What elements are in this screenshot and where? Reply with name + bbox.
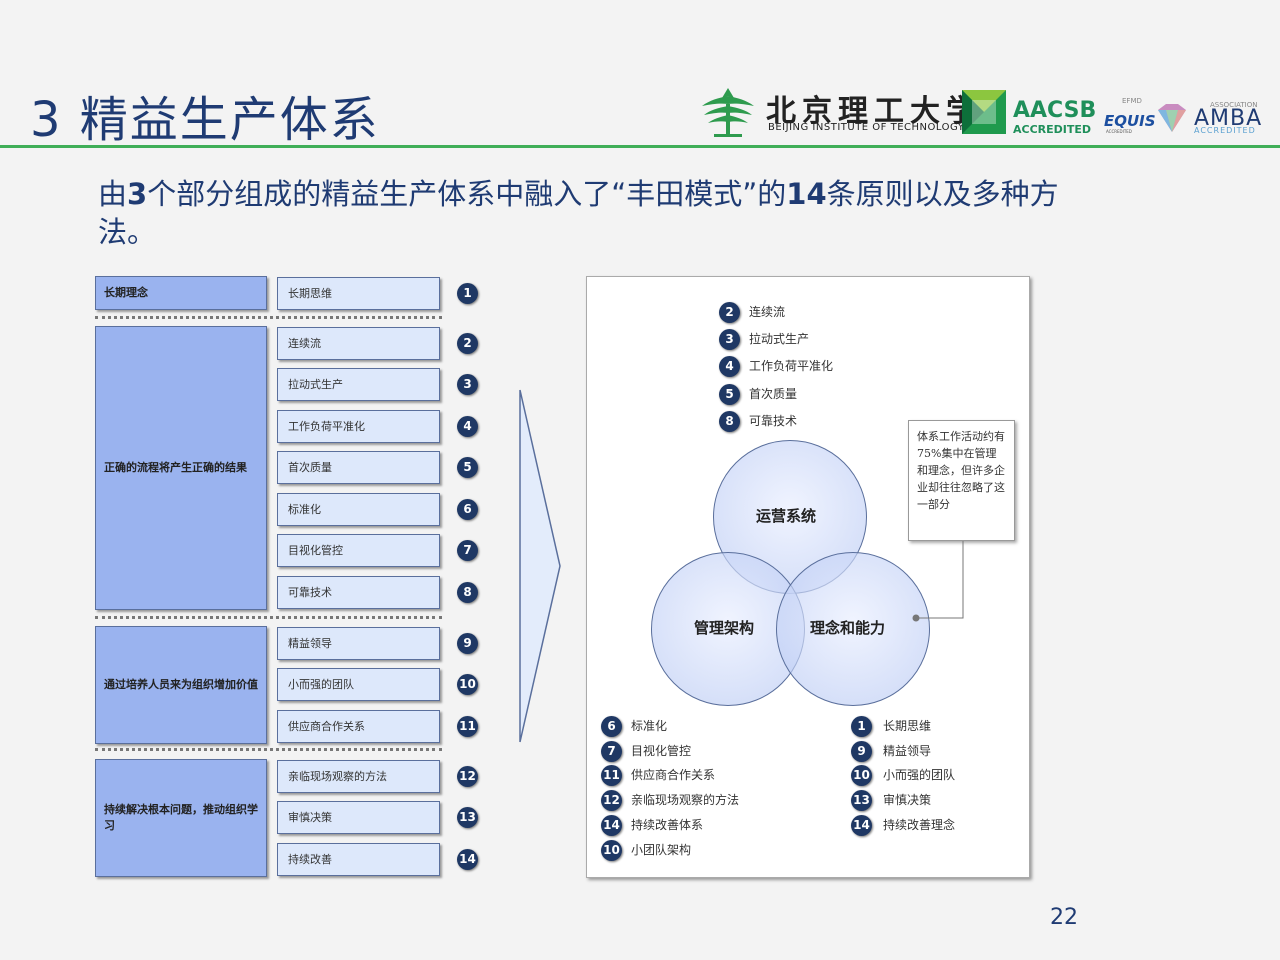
venn-label-management: 管理架构 bbox=[694, 619, 755, 637]
category-develop-people: 通过培养人员来为组织增加价值 bbox=[95, 626, 267, 744]
bit-square-logo-icon bbox=[962, 90, 1006, 134]
diagram-number-badge: 8 bbox=[719, 411, 740, 432]
section-divider bbox=[95, 748, 442, 751]
page-number: 22 bbox=[1050, 905, 1078, 930]
amba-accredited: ACCREDITED bbox=[1194, 126, 1256, 135]
category-long-term-philosophy: 长期理念 bbox=[95, 276, 267, 310]
principle-number-badge: 2 bbox=[457, 333, 478, 354]
principle-4: 工作负荷平准化 bbox=[277, 410, 440, 443]
equis-accredited: ACCREDITED bbox=[1106, 129, 1132, 134]
bit-emblem-icon bbox=[702, 88, 754, 137]
diagram-number-badge: 7 bbox=[601, 741, 622, 762]
principle-13: 审慎决策 bbox=[277, 801, 440, 834]
bit-english-name: BEIJING INSTITUTE OF TECHNOLOGY bbox=[768, 122, 965, 133]
principle-number-badge: 13 bbox=[457, 807, 478, 828]
principle-number-badge: 11 bbox=[457, 716, 478, 737]
principle-number-badge: 9 bbox=[457, 633, 478, 654]
principle-2: 连续流 bbox=[277, 327, 440, 360]
callout-connector bbox=[912, 541, 964, 622]
diagram-bottom-left-item: 供应商合作关系 bbox=[631, 768, 716, 782]
diagram-bottom-right-item: 长期思维 bbox=[883, 719, 932, 733]
principle-number-badge: 10 bbox=[457, 674, 478, 695]
principle-5: 首次质量 bbox=[277, 451, 440, 484]
diagram-bottom-left-item: 目视化管控 bbox=[631, 744, 692, 758]
principle-number-badge: 4 bbox=[457, 416, 478, 437]
category-right-process: 正确的流程将产生正确的结果 bbox=[95, 326, 267, 610]
diagram-number-badge: 14 bbox=[851, 815, 872, 836]
diagram-number-badge: 12 bbox=[601, 790, 622, 811]
diagram-number-badge: 9 bbox=[851, 741, 872, 762]
venn-label-philosophy: 理念和能力 bbox=[810, 619, 886, 637]
principle-number-badge: 14 bbox=[457, 849, 478, 870]
principle-number-badge: 12 bbox=[457, 766, 478, 787]
principle-number-badge: 3 bbox=[457, 374, 478, 395]
section-divider bbox=[95, 316, 442, 319]
principle-3: 拉动式生产 bbox=[277, 368, 440, 401]
venn-label-operations: 运营系统 bbox=[756, 507, 817, 525]
principle-7: 目视化管控 bbox=[277, 534, 440, 567]
diagram-number-badge: 4 bbox=[719, 356, 740, 377]
diagram-bottom-left-item: 亲临现场观察的方法 bbox=[631, 793, 740, 807]
diagram-number-badge: 2 bbox=[719, 302, 740, 323]
diagram-bottom-right-item: 审慎决策 bbox=[883, 793, 932, 807]
principle-number-badge: 5 bbox=[457, 457, 478, 478]
note-callout: 体系工作活动约有75%集中在管理和理念，但许多企业却往往忽略了这一部分 bbox=[908, 420, 1015, 541]
principle-6: 标准化 bbox=[277, 493, 440, 526]
category-problem-solving: 持续解决根本问题，推动组织学习 bbox=[95, 759, 267, 877]
amba-gem-icon bbox=[1158, 104, 1186, 132]
diagram-top-item: 工作负荷平准化 bbox=[749, 359, 834, 373]
diagram-bottom-right-item: 小而强的团队 bbox=[883, 768, 956, 782]
principle-12: 亲临现场观察的方法 bbox=[277, 760, 440, 793]
diagram-top-item: 可靠技术 bbox=[749, 414, 798, 428]
equis-logo: EQUIS bbox=[1104, 112, 1156, 130]
diagram-number-badge: 6 bbox=[601, 716, 622, 737]
slide-title: 3 精益生产体系 bbox=[30, 92, 380, 148]
principle-14: 持续改善 bbox=[277, 843, 440, 876]
principle-11: 供应商合作关系 bbox=[277, 710, 440, 743]
diagram-number-badge: 5 bbox=[719, 384, 740, 405]
diagram-number-badge: 1 bbox=[851, 716, 872, 737]
title-divider bbox=[0, 145, 1280, 148]
diagram-number-badge: 10 bbox=[851, 765, 872, 786]
principle-1: 长期思维 bbox=[277, 277, 440, 310]
diagram-number-badge: 13 bbox=[851, 790, 872, 811]
diagram-top-item: 拉动式生产 bbox=[749, 332, 810, 346]
aacsb-accredited: ACCREDITED bbox=[1013, 123, 1092, 136]
principle-number-badge: 6 bbox=[457, 499, 478, 520]
diagram-top-item: 连续流 bbox=[749, 305, 786, 319]
diagram-bottom-left-item: 持续改善体系 bbox=[631, 818, 704, 832]
diagram-number-badge: 14 bbox=[601, 815, 622, 836]
principle-9: 精益领导 bbox=[277, 627, 440, 660]
principle-number-badge: 8 bbox=[457, 582, 478, 603]
diagram-bottom-left-item: 小团队架构 bbox=[631, 843, 692, 857]
diagram-number-badge: 3 bbox=[719, 329, 740, 350]
aacsb-logo: AACSB bbox=[1013, 98, 1097, 123]
section-divider bbox=[95, 616, 442, 619]
diagram-bottom-right-item: 持续改善理念 bbox=[883, 818, 956, 832]
efmd-text: EFMD bbox=[1122, 97, 1142, 105]
principle-number-badge: 7 bbox=[457, 540, 478, 561]
diagram-bottom-right-item: 精益领导 bbox=[883, 744, 932, 758]
principle-number-badge: 1 bbox=[457, 283, 478, 304]
principle-10: 小而强的团队 bbox=[277, 668, 440, 701]
diagram-number-badge: 10 bbox=[601, 840, 622, 861]
diagram-top-item: 首次质量 bbox=[749, 387, 798, 401]
diagram-bottom-left-item: 标准化 bbox=[631, 719, 668, 733]
diagram-number-badge: 11 bbox=[601, 765, 622, 786]
principle-8: 可靠技术 bbox=[277, 576, 440, 609]
right-arrow-icon bbox=[519, 389, 561, 743]
slide-subtitle: 由3个部分组成的精益生产体系中融入了“丰田模式”的14条原则以及多种方法。 bbox=[98, 177, 1059, 249]
